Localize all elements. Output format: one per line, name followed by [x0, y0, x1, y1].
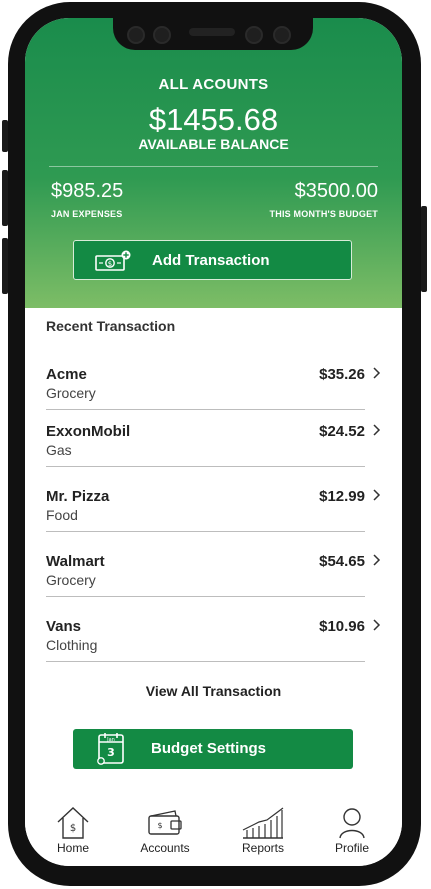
- chevron-right-icon: [372, 552, 382, 573]
- chevron-right-icon: [372, 617, 382, 638]
- expenses-label: JAN EXPENSES: [51, 209, 123, 219]
- transaction-row[interactable]: Walmart Grocery $54.65: [46, 553, 381, 609]
- transaction-name: Walmart: [46, 553, 105, 570]
- tab-home[interactable]: $ Home: [38, 804, 108, 855]
- chevron-right-icon: [372, 365, 382, 386]
- tab-profile[interactable]: Profile: [317, 804, 387, 855]
- phone-notch: [113, 18, 313, 50]
- sensor-icon: [153, 26, 171, 44]
- svg-text:$: $: [108, 260, 112, 268]
- svg-text:$: $: [70, 823, 76, 834]
- transaction-name: Mr. Pizza: [46, 488, 110, 505]
- transaction-row[interactable]: Vans Clothing $10.96: [46, 618, 381, 674]
- tab-profile-label: Profile: [334, 841, 369, 855]
- chevron-right-icon: [372, 422, 382, 443]
- balance-header: ALL ACOUNTS $1455.68 AVAILABLE BALANCE $…: [25, 18, 402, 308]
- transaction-row[interactable]: ExxonMobil Gas $24.52: [46, 423, 381, 479]
- budget-value: $3500.00: [294, 180, 378, 202]
- svg-text:$: $: [157, 821, 162, 830]
- add-transaction-label: Add Transaction: [152, 252, 270, 269]
- tab-reports[interactable]: Reports: [228, 804, 298, 855]
- accounts-title: ALL ACOUNTS: [158, 76, 269, 93]
- transaction-category: Grocery: [46, 572, 96, 588]
- transaction-amount: $12.99: [319, 488, 365, 505]
- expenses-stat: $985.25 JAN EXPENSES: [51, 180, 123, 219]
- budget-label: THIS MONTH'S BUDGET: [269, 209, 378, 219]
- tab-home-label: Home: [56, 841, 89, 855]
- transaction-name: ExxonMobil: [46, 423, 131, 440]
- budget-settings-button[interactable]: Jan 3 Budget Settings: [73, 729, 353, 769]
- row-divider: [46, 531, 365, 532]
- transaction-category: Food: [46, 507, 78, 523]
- transaction-category: Clothing: [46, 637, 98, 653]
- calendar-icon: Jan 3: [95, 732, 127, 771]
- transaction-amount: $10.96: [319, 618, 365, 635]
- row-divider: [46, 466, 365, 467]
- available-balance-value: $1455.68: [148, 102, 279, 137]
- expenses-value: $985.25: [51, 180, 124, 202]
- row-divider: [46, 661, 365, 662]
- transaction-category: Grocery: [46, 385, 96, 401]
- app-screen: ALL ACOUNTS $1455.68 AVAILABLE BALANCE $…: [25, 18, 402, 866]
- side-button: [2, 120, 8, 152]
- add-money-icon: $: [94, 250, 132, 277]
- transaction-name: Acme: [46, 366, 87, 383]
- transaction-amount: $54.65: [319, 553, 365, 570]
- header-divider: [49, 166, 378, 167]
- transaction-amount: $24.52: [319, 423, 365, 440]
- chart-icon: [242, 807, 284, 839]
- calendar-month: Jan: [106, 737, 115, 743]
- add-transaction-button[interactable]: $ Add Transaction: [73, 240, 352, 280]
- transaction-name: Vans: [46, 618, 82, 635]
- wallet-icon: $: [148, 810, 182, 835]
- speaker-grill: [189, 28, 235, 36]
- camera-icon: [273, 26, 291, 44]
- transaction-row[interactable]: Acme Grocery $35.26: [46, 366, 381, 422]
- chevron-right-icon: [372, 487, 382, 508]
- transaction-category: Gas: [46, 442, 72, 458]
- row-divider: [46, 409, 365, 410]
- row-divider: [46, 596, 365, 597]
- recent-transaction-title: Recent Transaction: [46, 318, 176, 334]
- transaction-row[interactable]: Mr. Pizza Food $12.99: [46, 488, 381, 544]
- power-button: [421, 206, 427, 292]
- transaction-amount: $35.26: [319, 366, 365, 383]
- available-balance-label: AVAILABLE BALANCE: [138, 136, 289, 152]
- view-all-transactions-link[interactable]: View All Transaction: [25, 683, 402, 699]
- budget-stat: $3500.00 THIS MONTH'S BUDGET: [270, 180, 378, 219]
- volume-up-button: [2, 170, 8, 226]
- bottom-tab-bar: $ Home $ Accounts Reports Profile: [25, 800, 402, 866]
- tab-accounts-label: Accounts: [140, 841, 190, 855]
- sensor-icon: [245, 26, 263, 44]
- budget-settings-label: Budget Settings: [151, 740, 266, 757]
- tab-reports-label: Reports: [241, 841, 285, 855]
- home-icon: $: [57, 807, 89, 839]
- phone-mockup: ALL ACOUNTS $1455.68 AVAILABLE BALANCE $…: [0, 0, 431, 889]
- camera-icon: [127, 26, 145, 44]
- volume-down-button: [2, 238, 8, 294]
- tab-accounts[interactable]: $ Accounts: [130, 804, 200, 855]
- calendar-day: 3: [107, 746, 115, 759]
- profile-icon: [339, 808, 365, 839]
